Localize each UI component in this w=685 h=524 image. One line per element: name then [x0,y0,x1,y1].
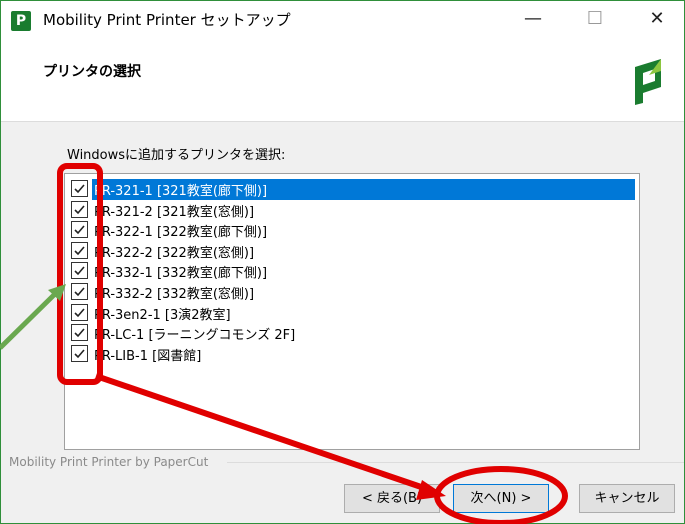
checkmark-icon [74,328,85,338]
checkmark-icon [74,205,85,214]
printer-label: PR-3en2-1 [3演2教室] [94,307,231,323]
printer-checkbox[interactable] [71,324,88,342]
printer-label: PR-321-1 [321教室(廊下側)] [92,179,635,200]
next-button[interactable]: 次へ(N) > [453,484,549,513]
close-button[interactable]: ✕ [629,1,685,37]
checkmark-icon [74,266,85,276]
wizard-header: プリンタの選択 [1,37,684,122]
checkmark-icon [74,246,85,255]
footer-divider [227,462,684,463]
printer-checkbox[interactable] [71,303,88,321]
papercut-app-icon: P [11,11,31,31]
papercut-logo-icon [635,59,661,105]
checkmark-icon [74,308,85,317]
cancel-button[interactable]: キャンセル [579,484,675,513]
maximize-button[interactable]: ☐ [567,1,623,37]
printer-label: PR-321-2 [321教室(窓側)] [94,204,255,220]
minimize-button[interactable]: — [505,1,561,37]
printer-list-item[interactable]: PR-322-2 [322教室(窓側)] [69,240,635,261]
printer-label: PR-322-1 [322教室(廊下側)] [94,225,268,241]
printer-list-item[interactable]: PR-321-1 [321教室(廊下側)] [69,178,635,200]
printer-checkbox[interactable] [71,241,88,259]
printer-checkbox[interactable] [71,221,88,239]
printer-list-item[interactable]: PR-332-1 [332教室(廊下側)] [69,260,635,281]
printer-list-item[interactable]: PR-322-1 [322教室(廊下側)] [69,219,635,240]
printer-checkbox[interactable] [71,344,88,362]
printer-label: PR-332-2 [332教室(窓側)] [94,287,255,302]
printer-label: PR-LIB-1 [図書館] [94,348,202,364]
printer-checkbox[interactable] [71,180,88,197]
title-bar: P Mobility Print Printer セットアップ — ☐ ✕ [1,1,684,37]
window-title: Mobility Print Printer セットアップ [43,11,291,29]
printer-listbox[interactable]: PR-321-1 [321教室(廊下側)] PR-321-2 [321教室(窓側)… [64,173,640,450]
back-button[interactable]: < 戻る(B) [344,484,440,513]
printer-select-label: Windowsに追加するプリンタを選択: [67,148,286,163]
page-title: プリンタの選択 [43,64,141,80]
printer-list-item[interactable]: PR-321-2 [321教室(窓側)] [69,199,635,220]
checkmark-icon [74,184,85,194]
printer-checkbox[interactable] [71,283,88,300]
printer-list-item[interactable]: PR-3en2-1 [3演2教室] [69,302,635,323]
printer-label: PR-LC-1 [ラーニングコモンズ 2F] [94,328,296,344]
setup-window: P Mobility Print Printer セットアップ — ☐ ✕ プリ… [0,0,685,524]
printer-checkbox[interactable] [71,200,88,218]
footer-brand: Mobility Print Printer by PaperCut [9,455,209,469]
printer-list-item[interactable]: PR-LC-1 [ラーニングコモンズ 2F] [69,322,635,343]
checkmark-icon [74,349,85,358]
printer-label: PR-332-1 [332教室(廊下側)] [94,266,268,282]
printer-list-item[interactable]: PR-332-2 [332教室(窓側)] [69,281,635,302]
printer-label: PR-322-2 [322教室(窓側)] [94,245,255,261]
printer-list-item[interactable]: PR-LIB-1 [図書館] [69,343,635,364]
checkmark-icon [74,225,85,235]
checkmark-icon [74,287,85,297]
printer-checkbox[interactable] [71,262,88,280]
